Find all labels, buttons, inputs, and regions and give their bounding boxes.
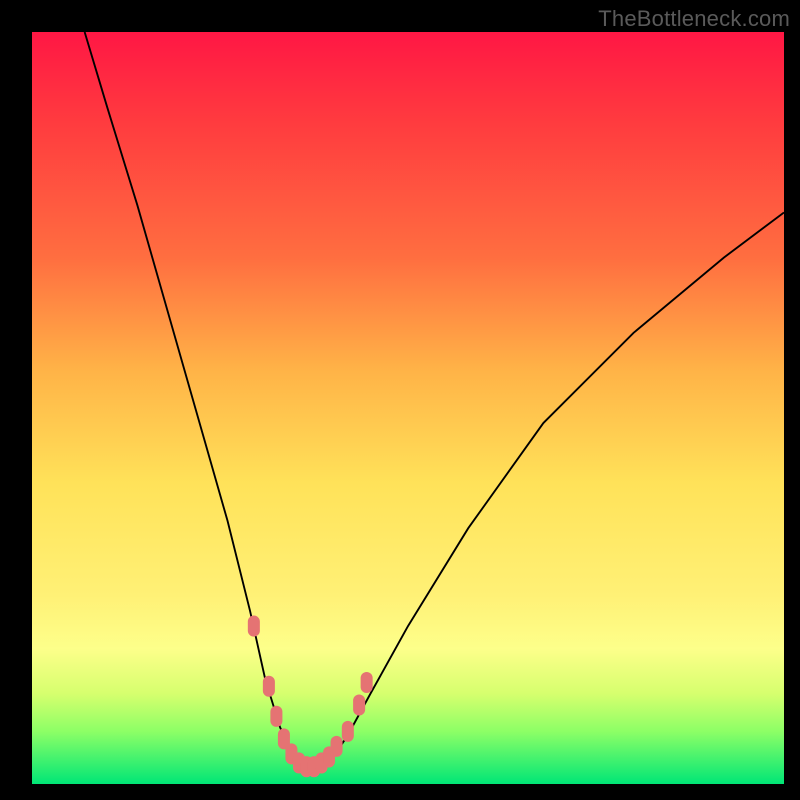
valley-marker [342,721,354,742]
valley-marker [263,676,275,697]
bottleneck-curve [85,32,784,767]
valley-markers [248,616,373,778]
valley-marker [331,736,343,757]
valley-marker [353,695,365,716]
watermark-text: TheBottleneck.com [598,6,790,32]
valley-marker [248,616,260,637]
valley-marker [270,706,282,727]
valley-marker [361,672,373,693]
bottleneck-chart [32,32,784,784]
